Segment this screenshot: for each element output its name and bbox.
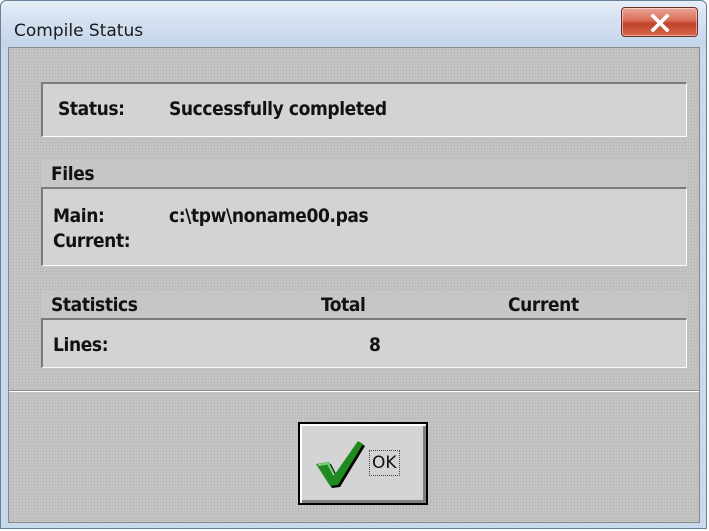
close-icon (650, 14, 670, 32)
compile-status-window: Compile Status Status: Successfully comp… (0, 0, 707, 529)
ok-label: OK (369, 450, 400, 476)
status-box: Status: Successfully completed (41, 82, 687, 137)
statistics-box: Lines: 8 (41, 318, 687, 368)
button-area-separator (9, 390, 699, 392)
files-header-band: Files (41, 160, 687, 187)
checkmark-icon (316, 441, 365, 488)
statistics-header-band: Statistics Total Current (41, 291, 687, 318)
files-box: Main: c:\tpw\noname00.pas Current: (41, 187, 687, 266)
status-label: Status: (58, 98, 125, 120)
ok-button[interactable]: OK (298, 422, 428, 505)
lines-label: Lines: (53, 334, 109, 356)
files-header: Files (51, 163, 95, 185)
title-bar[interactable]: Compile Status (1, 1, 706, 47)
lines-total-value: 8 (369, 334, 381, 356)
status-value: Successfully completed (169, 98, 387, 120)
total-column-header: Total (321, 294, 366, 316)
statistics-header: Statistics (51, 294, 138, 316)
dialog-client-area: Status: Successfully completed Files Mai… (8, 47, 700, 523)
window-title: Compile Status (14, 21, 144, 41)
current-column-header: Current (508, 294, 579, 316)
main-file-path: c:\tpw\noname00.pas (169, 205, 369, 227)
main-label: Main: (53, 205, 105, 227)
current-label: Current: (53, 230, 131, 252)
close-button[interactable] (621, 7, 698, 37)
